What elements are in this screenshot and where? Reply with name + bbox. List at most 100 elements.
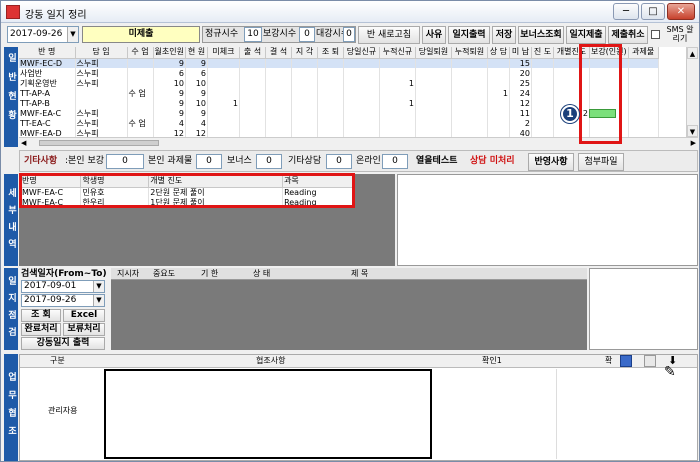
maximize-button[interactable]: □ [641, 3, 665, 20]
table-cell[interactable] [379, 88, 416, 98]
table-cell[interactable]: 9 [153, 98, 186, 108]
table-cell[interactable]: 12 [185, 128, 208, 137]
excel-button[interactable]: Excel [63, 309, 105, 322]
chevron-down-icon[interactable]: ▼ [93, 281, 104, 292]
table-cell[interactable] [343, 58, 380, 68]
general-header-cell[interactable]: 당일퇴원 [415, 47, 452, 59]
table-cell[interactable]: 9 [185, 108, 208, 118]
table-row[interactable]: TT-AP-A 수 업 9 9 1 24 [19, 88, 659, 98]
scroll-right-icon[interactable]: ▶ [691, 138, 696, 148]
table-cell[interactable] [628, 98, 659, 108]
general-header-cell[interactable]: 진 도 [531, 47, 554, 59]
table-cell[interactable] [531, 78, 554, 88]
table-cell[interactable]: MWF-EC-D [19, 58, 76, 68]
table-cell[interactable] [379, 68, 416, 78]
scroll-down-icon[interactable]: ▼ [687, 125, 698, 137]
table-cell[interactable]: 9 [185, 58, 208, 68]
table-cell[interactable] [207, 78, 240, 88]
general-header-cell[interactable]: 지 각 [291, 47, 318, 59]
chevron-down-icon[interactable]: ▼ [67, 27, 78, 42]
table-cell[interactable]: 24 [509, 88, 532, 98]
table-cell[interactable]: 9 [185, 88, 208, 98]
table-cell[interactable]: 4 [185, 118, 208, 128]
table-cell[interactable] [628, 128, 659, 137]
table-cell[interactable] [415, 118, 452, 128]
general-vertical-scrollbar[interactable]: ▲ ▼ [686, 47, 698, 137]
general-header-cell[interactable]: 출 석 [239, 47, 266, 59]
to-date-picker[interactable]: 2017-09-26 ▼ [21, 294, 105, 307]
table-cell[interactable] [317, 128, 344, 137]
table-cell[interactable] [451, 128, 488, 137]
table-cell[interactable]: 2 [509, 118, 532, 128]
table-cell[interactable] [207, 118, 240, 128]
table-cell[interactable] [239, 128, 266, 137]
close-button[interactable]: ✕ [667, 3, 695, 20]
table-cell[interactable] [379, 128, 416, 137]
table-cell[interactable] [127, 68, 154, 78]
table-cell[interactable]: TT-EA-C [19, 118, 76, 128]
check-memo-panel[interactable] [589, 268, 698, 350]
other-consult-field[interactable]: 0 [326, 154, 352, 169]
table-cell[interactable] [317, 78, 344, 88]
self-homework-field[interactable]: 0 [196, 154, 222, 169]
table-cell[interactable] [415, 128, 452, 137]
table-cell[interactable]: 수 업 [127, 118, 154, 128]
table-cell[interactable] [291, 128, 318, 137]
table-cell[interactable] [239, 68, 266, 78]
save-button[interactable]: 저장 [492, 26, 516, 44]
table-cell[interactable] [239, 98, 266, 108]
general-header-cell[interactable]: 당일신규 [343, 47, 380, 59]
table-cell[interactable] [265, 78, 292, 88]
table-cell[interactable] [127, 78, 154, 88]
table-cell[interactable] [343, 98, 380, 108]
table-cell[interactable] [531, 108, 554, 118]
table-cell[interactable]: 10 [185, 78, 208, 88]
general-header-cell[interactable]: 조 퇴 [317, 47, 344, 59]
table-cell[interactable] [451, 58, 488, 68]
table-cell[interactable]: TT-AP-A [19, 88, 76, 98]
table-cell[interactable]: 1 [207, 98, 240, 108]
table-cell[interactable]: 수 업 [127, 88, 154, 98]
table-cell[interactable] [239, 88, 266, 98]
general-header-cell[interactable]: 월초인원 [153, 47, 186, 59]
table-cell[interactable] [265, 68, 292, 78]
table-cell[interactable]: 12 [509, 98, 532, 108]
general-header-cell[interactable]: 미체크 [207, 47, 240, 59]
table-cell[interactable] [487, 118, 510, 128]
table-cell[interactable] [379, 108, 416, 118]
table-cell[interactable]: 스누피 [75, 78, 128, 88]
table-cell[interactable] [239, 78, 266, 88]
refresh-class-button[interactable]: 반 새로고침 [358, 26, 420, 44]
general-header-cell[interactable]: 누적신규 [379, 47, 416, 59]
table-cell[interactable] [379, 58, 416, 68]
table-cell[interactable] [487, 78, 510, 88]
table-row[interactable]: MWF-EC-D 스누피 9 9 15 [19, 58, 659, 68]
table-cell[interactable]: 11 [509, 108, 532, 118]
query-button[interactable]: 조 회 [21, 309, 61, 322]
table-cell[interactable] [207, 88, 240, 98]
table-cell[interactable] [317, 108, 344, 118]
table-cell[interactable] [239, 58, 266, 68]
table-cell[interactable] [207, 108, 240, 118]
table-cell[interactable]: 25 [509, 78, 532, 88]
general-header-cell[interactable]: 미 납 [509, 47, 532, 59]
general-header-cell[interactable]: 누적퇴원 [451, 47, 488, 59]
table-cell[interactable]: 15 [509, 58, 532, 68]
table-cell[interactable] [628, 58, 659, 68]
copy-icon[interactable] [644, 355, 656, 367]
coop-confirm1-cell[interactable] [433, 369, 557, 459]
table-cell[interactable] [343, 118, 380, 128]
table-cell[interactable] [317, 68, 344, 78]
table-cell[interactable] [265, 88, 292, 98]
table-cell[interactable] [291, 58, 318, 68]
table-cell[interactable] [379, 118, 416, 128]
table-cell[interactable] [127, 108, 154, 118]
print-log-button[interactable]: 일지출력 [448, 26, 490, 44]
table-cell[interactable] [531, 58, 554, 68]
table-cell[interactable] [343, 128, 380, 137]
table-cell[interactable] [451, 108, 488, 118]
table-row[interactable]: MWF-EA-D 스누피 12 12 40 [19, 128, 659, 137]
table-cell[interactable]: 1 [487, 88, 510, 98]
table-cell[interactable]: 기획운영반 [19, 78, 76, 88]
table-cell[interactable] [415, 78, 452, 88]
